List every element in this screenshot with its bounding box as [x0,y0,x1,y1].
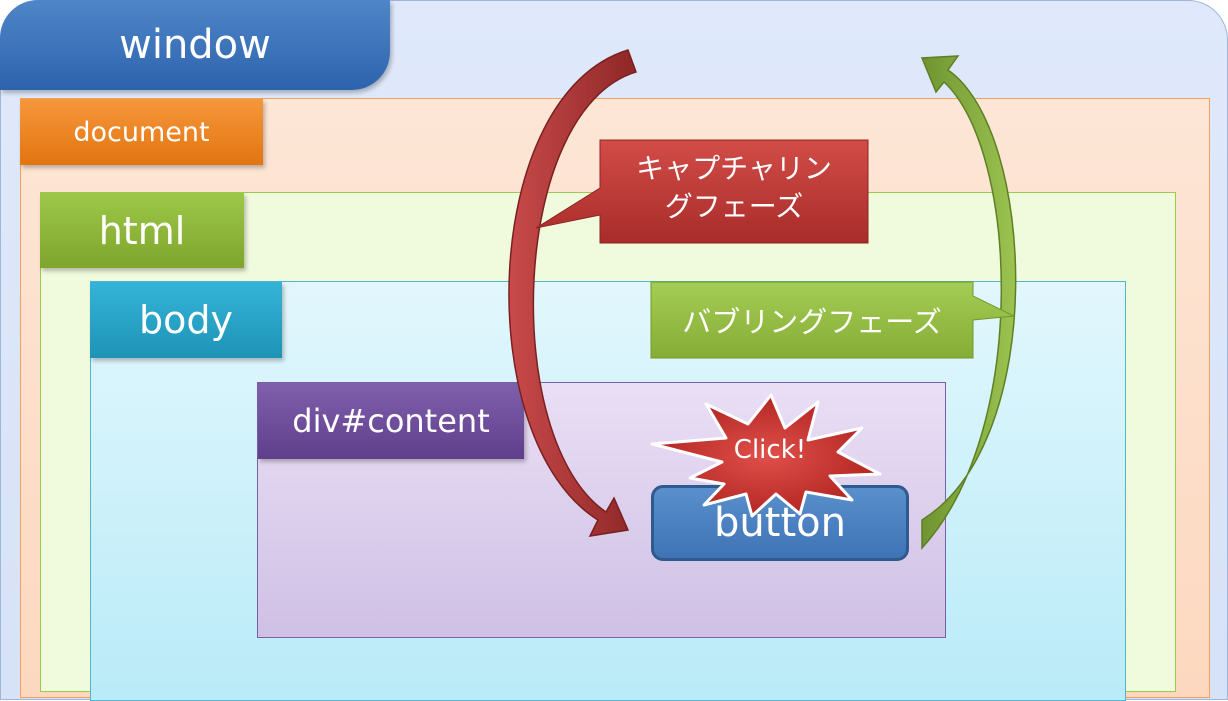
click-label: Click! [733,435,807,465]
capturing-phase-line-2: グフェーズ [664,190,804,223]
flow-overlay [508,49,1017,550]
capturing-phase-label: キャプチャリン グフェーズ [600,150,868,226]
bubbling-phase-label: バブリングフェーズ [682,305,942,339]
capturing-phase-line-1: キャプチャリン [636,152,832,185]
capturing-arrow [508,49,637,537]
